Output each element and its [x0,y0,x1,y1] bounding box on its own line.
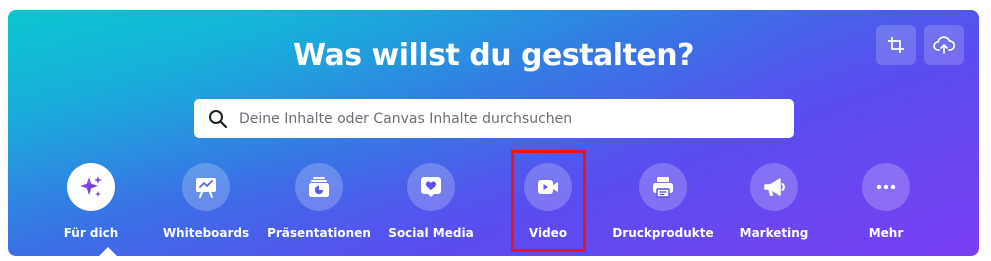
category-label: Video [528,226,568,240]
cloud-upload-icon [933,36,955,54]
video-camera-icon [538,180,558,194]
heart-icon [421,177,441,197]
category-label: Marketing [739,226,809,240]
category-mehr[interactable]: Mehr [821,163,951,253]
megaphone-icon [764,178,785,196]
category-whiteboards[interactable]: Whiteboards [141,163,271,253]
search-icon [207,108,229,130]
category-label: Mehr [868,226,904,240]
category-label: Druckprodukte [612,226,714,240]
sparkles-icon [80,176,102,197]
whiteboard-icon [196,178,216,198]
category-video[interactable]: Video [483,163,613,253]
crop-button[interactable] [876,25,916,65]
presentation-icon [309,177,329,197]
upload-button[interactable] [924,25,964,65]
page-title: Was willst du gestalten? [292,38,695,73]
category-label: Whiteboards [162,226,250,240]
category-marketing[interactable]: Marketing [709,163,839,253]
category-label: Präsentationen [267,226,371,240]
more-icon [876,184,896,190]
category-label: Für dich [63,226,119,240]
category-fuer-dich[interactable]: Für dich [26,163,156,253]
category-label: Social Media [388,226,474,240]
search-input[interactable] [237,109,794,128]
search-bar[interactable] [194,99,794,138]
crop-icon [888,37,904,53]
active-category-indicator [98,247,118,256]
category-social-media[interactable]: Social Media [366,163,496,253]
hero-banner: Was willst du gestalten? Deine Inhalte o… [8,10,979,256]
printer-icon [653,177,673,198]
category-praesentationen[interactable]: Präsentationen [254,163,384,253]
